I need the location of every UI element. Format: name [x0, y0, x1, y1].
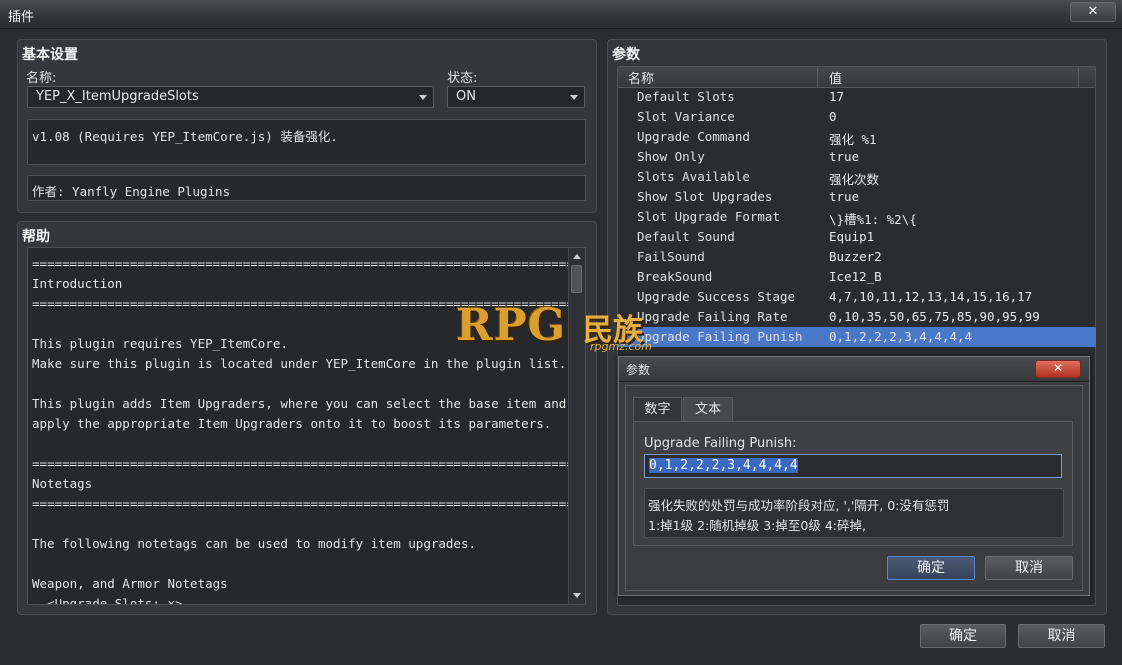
param-name: FailSound	[637, 249, 705, 264]
status-select[interactable]: ON	[447, 86, 585, 108]
watermark-url: rpgmz.com	[590, 340, 652, 353]
param-name: BreakSound	[637, 269, 713, 284]
params-title: 参数	[612, 47, 640, 63]
param-name: Slots Available	[637, 169, 750, 184]
param-value: 4,7,10,11,12,13,14,15,16,17	[829, 289, 1033, 304]
param-value: 强化次数	[829, 172, 880, 187]
param-value: 17	[829, 89, 845, 104]
dialog-titlebar: 参数 ✕	[619, 357, 1089, 382]
col-divider	[1078, 67, 1079, 87]
param-row[interactable]: Upgrade Failing Rate 0,10,35,50,65,75,85,…	[618, 307, 1096, 327]
scroll-thumb[interactable]	[571, 265, 582, 293]
param-row[interactable]: Upgrade Failing Punish 0,1,2,2,2,3,4,4,4,…	[618, 327, 1096, 347]
close-icon[interactable]: ✕	[1035, 360, 1081, 378]
ok-button[interactable]: 确定	[920, 624, 1006, 648]
help-line: ========================================…	[32, 456, 568, 471]
dialog-title: 参数	[626, 363, 651, 377]
help-line: This plugin adds Item Upgraders, where y…	[32, 396, 568, 411]
help-line: Notetags	[32, 476, 93, 491]
param-row[interactable]: Show Only true	[618, 147, 1096, 167]
author-text: 作者: Yanfly Engine Plugins	[32, 184, 231, 199]
status-value: ON	[456, 89, 476, 104]
param-name: Upgrade Failing Punish	[637, 329, 803, 344]
param-value: 0,1,2,2,2,3,4,4,4,4	[829, 329, 972, 344]
help-line: This plugin requires YEP_ItemCore.	[32, 336, 288, 351]
close-icon[interactable]: ✕	[1070, 2, 1116, 22]
description-text: v1.08 (Requires YEP_ItemCore.js) 装备强化.	[32, 129, 338, 144]
help-line: Introduction	[32, 276, 123, 291]
help-line: Weapon, and Armor Notetags	[32, 576, 228, 591]
status-label: 状态:	[447, 71, 478, 86]
param-value: 0,10,35,50,65,75,85,90,95,99	[829, 309, 1040, 324]
param-row[interactable]: Slots Available 强化次数	[618, 167, 1096, 187]
param-row[interactable]: Default Sound Equip1	[618, 227, 1096, 247]
param-row[interactable]: FailSound Buzzer2	[618, 247, 1096, 267]
note-box: 强化失败的处罚与成功率阶段对应, ','隔开, 0:没有惩罚 1:掉1级 2:随…	[644, 488, 1064, 538]
param-row[interactable]: Default Slots 17	[618, 87, 1096, 107]
param-row[interactable]: Upgrade Command 强化 %1	[618, 127, 1096, 147]
help-line: Make sure this plugin is located under Y…	[32, 356, 567, 371]
help-line: apply the appropriate Item Upgraders ont…	[32, 416, 552, 431]
cancel-button[interactable]: 取消	[1018, 624, 1105, 648]
param-name: Upgrade Success Stage	[637, 289, 796, 304]
help-title: 帮助	[22, 229, 50, 245]
param-name: Default Slots	[637, 89, 735, 104]
watermark-logo: RPG	[456, 300, 567, 351]
param-name: Slot Upgrade Format	[637, 209, 780, 224]
param-name: Show Only	[637, 149, 705, 164]
scroll-up-icon[interactable]	[573, 254, 581, 259]
param-row[interactable]: Upgrade Success Stage 4,7,10,11,12,13,14,…	[618, 287, 1096, 307]
param-value: 0	[829, 109, 837, 124]
param-name: Upgrade Command	[637, 129, 750, 144]
dialog-ok-button[interactable]: 确定	[887, 556, 975, 580]
window-titlebar: 插件 ✕	[0, 0, 1122, 29]
param-value: \}槽%1: %2\{	[829, 212, 917, 227]
name-label: 名称:	[26, 71, 57, 86]
field-value: 0,1,2,2,2,3,4,4,4,4	[649, 458, 798, 473]
param-value: Equip1	[829, 229, 875, 244]
param-name: Upgrade Failing Rate	[637, 309, 788, 324]
param-value: true	[829, 189, 860, 204]
dialog-cancel-button[interactable]: 取消	[985, 556, 1073, 580]
params-header: 名称 值	[618, 67, 1095, 88]
param-row[interactable]: Slot Variance 0	[618, 107, 1096, 127]
window-title: 插件	[8, 10, 35, 25]
plugin-name-select[interactable]: YEP_X_ItemUpgradeSlots	[27, 86, 434, 108]
param-row[interactable]: Show Slot Upgrades true	[618, 187, 1096, 207]
note-line-2: 1:掉1级 2:随机掉级 3:掉至0级 4:碎掉,	[648, 518, 866, 533]
field-label: Upgrade Failing Punish:	[644, 436, 797, 451]
basic-settings-title: 基本设置	[22, 47, 78, 63]
tab-number[interactable]: 数字	[633, 397, 682, 421]
help-line: The following notetags can be used to mo…	[32, 536, 477, 551]
col-name-header[interactable]: 名称	[628, 68, 654, 87]
help-line: ========================================…	[32, 256, 568, 271]
col-divider	[817, 67, 818, 87]
help-line: <Upgrade Slots: x>	[32, 596, 183, 604]
param-row[interactable]: BreakSound Ice12_B	[618, 267, 1096, 287]
chevron-down-icon	[570, 95, 578, 100]
param-row[interactable]: Slot Upgrade Format \}槽%1: %2\{	[618, 207, 1096, 227]
col-value-header[interactable]: 值	[829, 68, 842, 87]
param-edit-dialog: 参数 ✕ 数字 文本 Upgrade Failing Punish: 0,1,2…	[618, 356, 1090, 596]
help-scrollbar[interactable]	[568, 248, 585, 604]
param-name: Slot Variance	[637, 109, 735, 124]
param-value: Ice12_B	[829, 269, 882, 284]
field-input[interactable]: 0,1,2,2,2,3,4,4,4,4	[644, 454, 1062, 478]
tab-text[interactable]: 文本	[683, 397, 733, 421]
param-name: Default Sound	[637, 229, 735, 244]
note-line-1: 强化失败的处罚与成功率阶段对应, ','隔开, 0:没有惩罚	[648, 498, 950, 513]
chevron-down-icon	[419, 95, 427, 100]
help-line: ========================================…	[32, 496, 568, 511]
param-value: true	[829, 149, 860, 164]
param-value: 强化 %1	[829, 132, 877, 147]
scroll-down-icon[interactable]	[573, 593, 581, 598]
param-value: Buzzer2	[829, 249, 882, 264]
plugin-name-value: YEP_X_ItemUpgradeSlots	[36, 89, 199, 104]
author-box: 作者: Yanfly Engine Plugins	[27, 175, 586, 201]
param-name: Show Slot Upgrades	[637, 189, 773, 204]
description-box: v1.08 (Requires YEP_ItemCore.js) 装备强化.	[27, 119, 586, 165]
